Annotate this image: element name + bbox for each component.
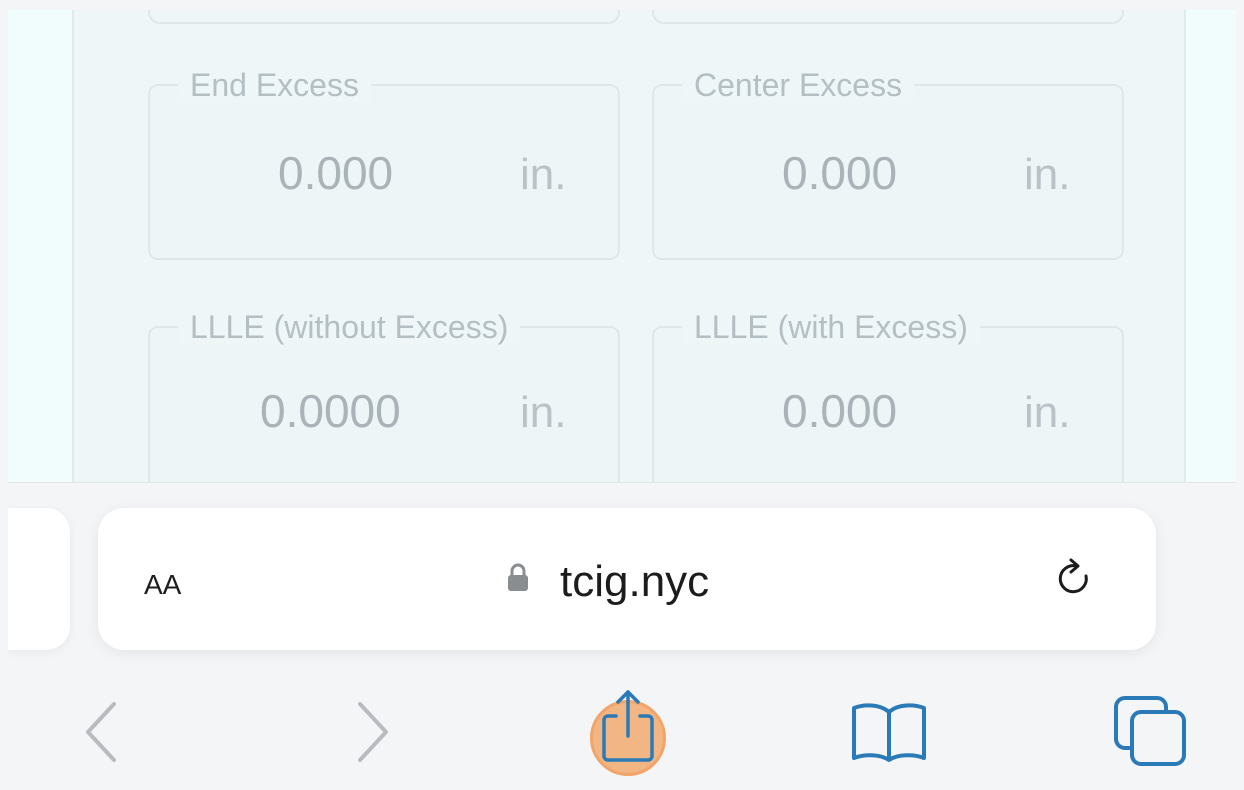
center-excess-label: Center Excess (682, 67, 915, 103)
window-left-edge (0, 0, 8, 789)
center-excess-field[interactable]: Center Excess 0.000 in. (652, 67, 1124, 260)
form-panel: End Excess 0.000 in. Center Excess 0.000… (72, 10, 1186, 486)
web-content[interactable]: End Excess 0.000 in. Center Excess 0.000… (8, 10, 1236, 486)
address-bar[interactable]: AA tcig.nyc (98, 508, 1156, 650)
lock-icon (506, 562, 530, 597)
llle-without-excess-value: 0.0000 (260, 385, 401, 437)
llle-with-excess-value: 0.000 (782, 385, 898, 437)
tabs-icon[interactable] (1112, 694, 1190, 773)
chevron-left-icon[interactable] (80, 700, 124, 769)
chevron-right-icon[interactable] (350, 700, 394, 769)
center-excess-value: 0.000 (782, 147, 898, 199)
field-cut-off-right (652, 10, 1124, 24)
end-excess-label: End Excess (178, 67, 371, 103)
llle-without-excess-unit: in. (520, 388, 567, 437)
text-size-button[interactable]: AA (144, 562, 181, 605)
text-size-label: AA (144, 569, 182, 600)
center-excess-unit: in. (1024, 150, 1071, 199)
field-cut-off-left (148, 10, 620, 24)
llle-with-excess-unit: in. (1024, 388, 1071, 437)
url-text[interactable]: tcig.nyc (560, 556, 709, 608)
llle-with-excess-field[interactable]: LLLE (with Excess) 0.000 in. (652, 309, 1124, 486)
previous-tab-preview[interactable] (8, 508, 70, 650)
reload-icon[interactable] (1056, 554, 1096, 609)
book-icon[interactable] (848, 700, 930, 769)
llle-without-excess-label: LLLE (without Excess) (178, 309, 521, 345)
end-excess-value: 0.000 (278, 147, 394, 199)
llle-with-excess-label: LLLE (with Excess) (682, 309, 980, 345)
llle-without-excess-field[interactable]: LLLE (without Excess) 0.0000 in. (148, 309, 620, 486)
window-right-edge (1236, 0, 1244, 789)
share-icon[interactable] (596, 686, 660, 775)
end-excess-unit: in. (520, 150, 567, 199)
window-top-edge (0, 0, 1244, 10)
end-excess-field[interactable]: End Excess 0.000 in. (148, 67, 620, 260)
